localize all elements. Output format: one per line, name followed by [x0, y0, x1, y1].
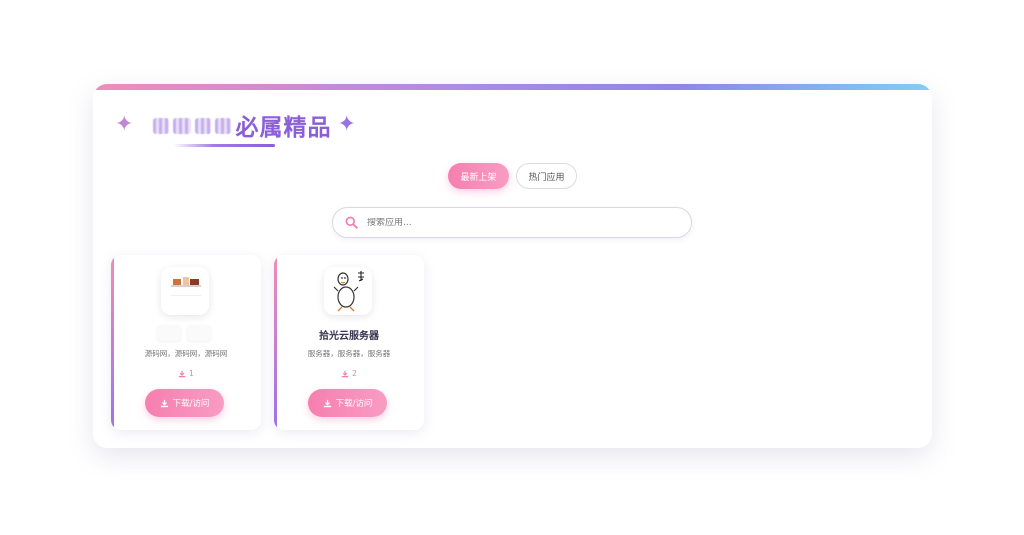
- app-store-panel: ✦ 必属精品 ✦ 最新上架 热门应用 搜索应用... 源码网，源码网，源码网 1…: [93, 84, 932, 448]
- download-count-value: 1: [189, 369, 194, 378]
- sparkle-icon: ✦: [115, 112, 134, 137]
- download-icon: [323, 399, 331, 407]
- page-title: ✦ 必属精品 ✦: [115, 108, 356, 142]
- blurred-site-name: [151, 112, 233, 138]
- sparkle-icon: ✦: [337, 112, 356, 137]
- goose-sticker-icon: [324, 267, 372, 315]
- tab-popular[interactable]: 热门应用: [516, 163, 577, 189]
- title-underline: [173, 144, 275, 147]
- download-button[interactable]: 下载/访问: [145, 389, 224, 417]
- download-icon: [178, 370, 186, 377]
- search-icon: [345, 216, 358, 229]
- download-button-label: 下载/访问: [335, 399, 373, 409]
- app-description: 服务器，服务器，服务器: [307, 349, 391, 358]
- download-button[interactable]: 下载/访问: [308, 389, 387, 417]
- tab-bar: 最新上架 热门应用: [448, 163, 577, 189]
- title-text: 必属精品: [235, 115, 332, 141]
- download-icon: [160, 399, 168, 407]
- search-bar: [332, 207, 692, 238]
- download-icon: [341, 370, 349, 377]
- tab-newest[interactable]: 最新上架: [448, 163, 509, 189]
- app-thumbnail-icon: [161, 267, 209, 315]
- download-count: 2: [274, 369, 424, 378]
- app-description: 源码网，源码网，源码网: [144, 349, 228, 358]
- app-card: 拾光云服务器 服务器，服务器，服务器 2 下载/访问: [274, 255, 424, 430]
- card-accent-stripe: [274, 255, 277, 430]
- app-name: 拾光云服务器: [319, 331, 379, 342]
- app-card: 源码网，源码网，源码网 1 下载/访问: [111, 255, 261, 430]
- download-button-label: 下载/访问: [172, 399, 210, 409]
- card-accent-stripe: [111, 255, 114, 430]
- download-count: 1: [111, 369, 261, 378]
- placeholder-tags: [157, 325, 211, 341]
- download-count-value: 2: [352, 369, 357, 378]
- gradient-top-bar: [93, 84, 932, 90]
- search-input[interactable]: [367, 217, 667, 228]
